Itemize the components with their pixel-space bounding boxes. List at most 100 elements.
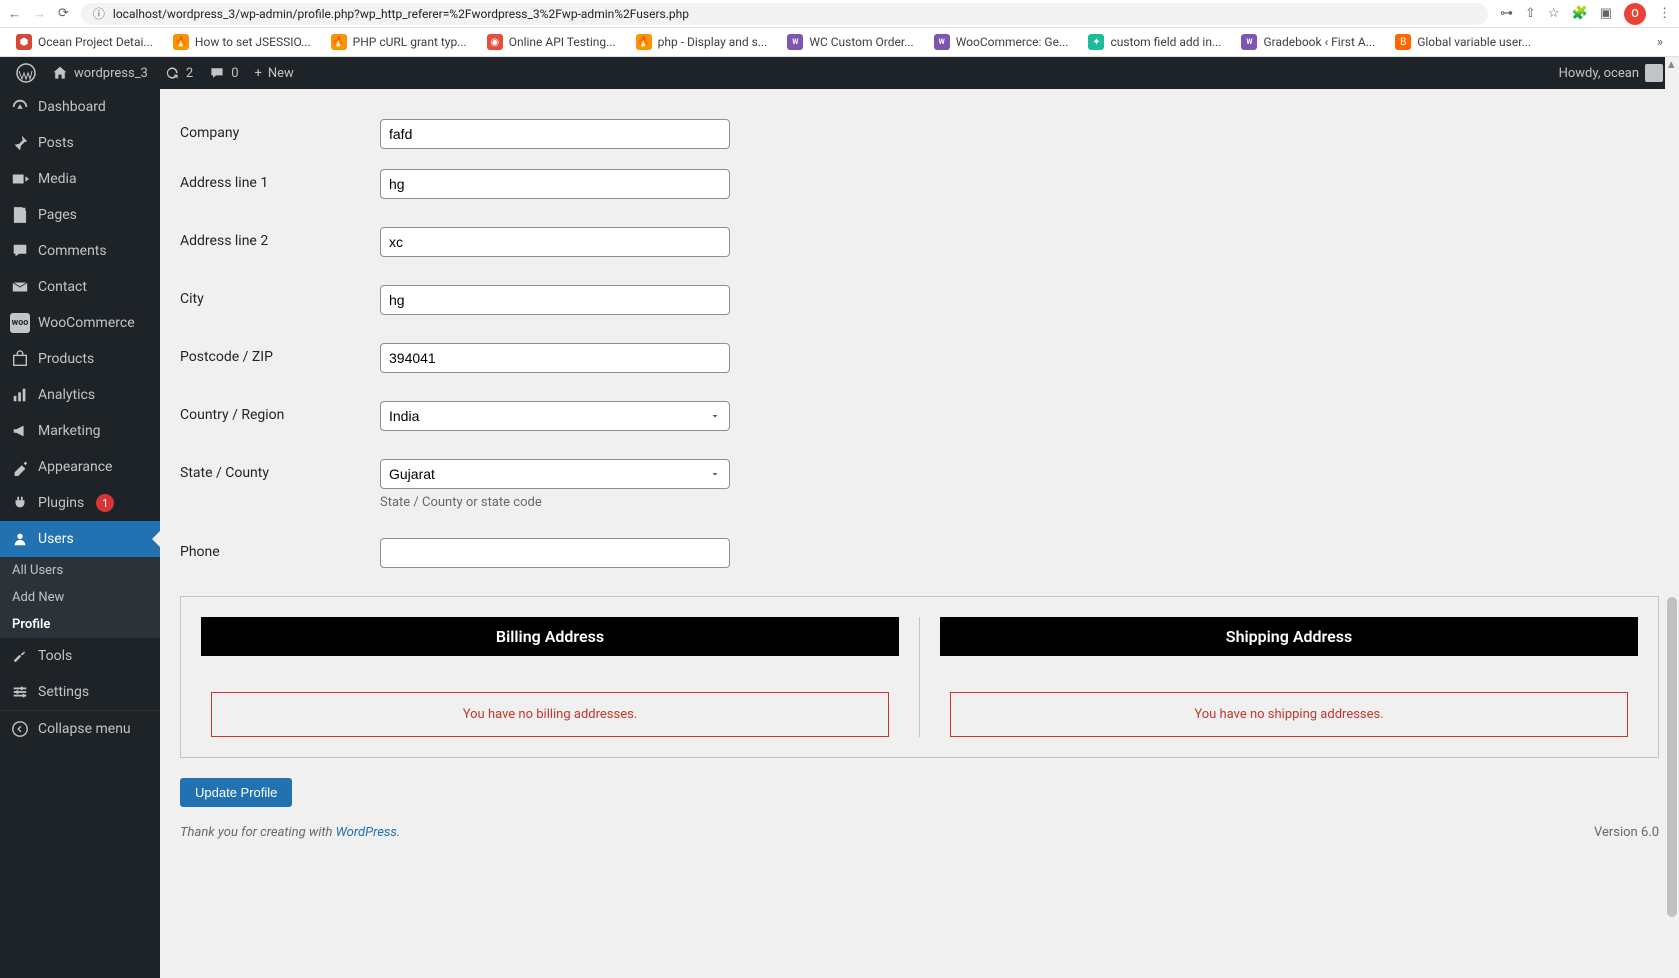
wordpress-icon — [16, 63, 36, 83]
share-icon[interactable]: ⇧ — [1525, 6, 1536, 21]
sidebar-item-media[interactable]: Media — [0, 161, 160, 197]
plugin-icon — [10, 493, 30, 513]
my-account[interactable]: Howdy, ocean — [1551, 57, 1671, 89]
label-city: City — [180, 285, 380, 307]
user-icon — [10, 529, 30, 549]
footer-thanks-suffix: . — [397, 825, 400, 840]
city-input[interactable] — [380, 285, 730, 315]
appearance-icon — [10, 457, 30, 477]
state-description: State / County or state code — [380, 495, 730, 510]
sidebar-item-tools[interactable]: Tools — [0, 638, 160, 674]
label-state: State / County — [180, 459, 380, 481]
plus-icon: + — [255, 66, 262, 81]
extensions-icon[interactable]: 🧩 — [1572, 6, 1588, 21]
sidebar-item-contact[interactable]: Contact — [0, 269, 160, 305]
url-bar[interactable]: ⓘ localhost/wordpress_3/wp-admin/profile… — [81, 3, 1488, 25]
key-icon[interactable]: ⊶ — [1500, 6, 1513, 21]
analytics-icon — [10, 385, 30, 405]
sidebar-item-pages[interactable]: Pages — [0, 197, 160, 233]
bookmark-item[interactable]: ⬢Ocean Project Detai... — [8, 30, 161, 54]
scrollbar-thumb[interactable] — [1667, 597, 1677, 917]
profile-avatar[interactable]: O — [1624, 3, 1646, 25]
label-country: Country / Region — [180, 401, 380, 423]
country-select[interactable]: India — [380, 401, 730, 431]
sidebar-item-appearance[interactable]: Appearance — [0, 449, 160, 485]
shipping-empty-msg: You have no shipping addresses. — [950, 692, 1628, 737]
comment-icon — [10, 241, 30, 261]
site-name[interactable]: wordpress_3 — [44, 57, 156, 89]
bookmark-item[interactable]: 🔥How to set JSESSIO... — [165, 30, 319, 54]
sidebar-item-products[interactable]: Products — [0, 341, 160, 377]
back-button[interactable]: ← — [8, 6, 21, 22]
bookmark-item[interactable]: BGlobal variable user... — [1387, 30, 1539, 54]
submenu-all-users[interactable]: All Users — [0, 557, 160, 584]
submenu-add-new[interactable]: Add New — [0, 584, 160, 611]
sidebar-item-posts[interactable]: Posts — [0, 125, 160, 161]
update-icon — [164, 65, 180, 81]
collapse-icon — [10, 719, 30, 739]
sidebar-item-marketing[interactable]: Marketing — [0, 413, 160, 449]
wp-logo[interactable] — [8, 57, 44, 89]
url-text: localhost/wordpress_3/wp-admin/profile.p… — [113, 7, 689, 21]
footer-thanks-prefix: Thank you for creating with — [180, 825, 336, 840]
new-content[interactable]: + New — [247, 57, 302, 89]
home-icon — [52, 65, 68, 81]
pin-icon — [10, 133, 30, 153]
bookmark-item[interactable]: 🔥php - Display and s... — [628, 30, 776, 54]
admin-sidebar: Dashboard Posts Media Pages Comments Con… — [0, 89, 160, 978]
billing-address-col: Billing Address You have no billing addr… — [201, 617, 920, 737]
update-profile-button[interactable]: Update Profile — [180, 778, 292, 807]
postcode-input[interactable] — [380, 343, 730, 373]
company-input[interactable] — [380, 119, 730, 149]
address2-input[interactable] — [380, 227, 730, 257]
address1-input[interactable] — [380, 169, 730, 199]
comment-icon — [209, 65, 225, 81]
collapse-menu[interactable]: Collapse menu — [0, 710, 160, 747]
submenu-profile[interactable]: Profile — [0, 611, 160, 638]
sidebar-item-users[interactable]: Users — [0, 521, 160, 557]
reload-button[interactable]: ⟳ — [58, 6, 69, 21]
page-scrollbar[interactable]: ▴ — [1665, 57, 1679, 978]
plugin-update-badge: 1 — [96, 494, 114, 512]
billing-empty-msg: You have no billing addresses. — [211, 692, 889, 737]
label-phone: Phone — [180, 538, 380, 560]
footer-version: Version 6.0 — [1594, 825, 1659, 840]
sidebar-item-plugins[interactable]: Plugins1 — [0, 485, 160, 521]
comments[interactable]: 0 — [201, 57, 246, 89]
sidebar-item-settings[interactable]: Settings — [0, 674, 160, 710]
bookmarks-bar: ⬢Ocean Project Detai... 🔥How to set JSES… — [0, 28, 1679, 57]
star-icon[interactable]: ☆ — [1548, 6, 1560, 21]
main-content: Company Address line 1 Address line 2 Ci… — [160, 89, 1679, 978]
dashboard-icon — [10, 97, 30, 117]
footer-wordpress-link[interactable]: WordPress — [336, 825, 397, 840]
products-icon — [10, 349, 30, 369]
sidebar-item-woocommerce[interactable]: wooWooCommerce — [0, 305, 160, 341]
sidebar-item-dashboard[interactable]: Dashboard — [0, 89, 160, 125]
page-icon — [10, 205, 30, 225]
wp-admin-bar: wordpress_3 2 0 + New Howdy, ocean — [0, 57, 1679, 89]
menu-icon[interactable]: ⋮ — [1658, 6, 1671, 21]
updates[interactable]: 2 — [156, 57, 201, 89]
bookmarks-overflow[interactable]: » — [1649, 31, 1671, 54]
shipping-header: Shipping Address — [940, 617, 1638, 656]
label-company: Company — [180, 119, 380, 141]
address-box: Billing Address You have no billing addr… — [180, 596, 1659, 758]
state-select[interactable]: Gujarat — [380, 459, 730, 489]
bookmark-item[interactable]: WWC Custom Order... — [779, 30, 921, 54]
woo-icon: woo — [10, 313, 30, 333]
bookmark-item[interactable]: ◉Online API Testing... — [479, 30, 624, 54]
billing-header: Billing Address — [201, 617, 899, 656]
marketing-icon — [10, 421, 30, 441]
shipping-address-col: Shipping Address You have no shipping ad… — [940, 617, 1638, 737]
bookmark-item[interactable]: 🔥PHP cURL grant typ... — [323, 30, 475, 54]
site-info-icon[interactable]: ⓘ — [93, 5, 105, 22]
bookmark-item[interactable]: ✦custom field add in... — [1080, 30, 1229, 54]
sidebar-item-analytics[interactable]: Analytics — [0, 377, 160, 413]
sidebar-item-comments[interactable]: Comments — [0, 233, 160, 269]
panel-icon[interactable]: ▣ — [1600, 6, 1612, 21]
bookmark-item[interactable]: WGradebook ‹ First A... — [1233, 30, 1383, 54]
forward-button[interactable]: → — [33, 6, 46, 22]
phone-input[interactable] — [380, 538, 730, 568]
label-addr2: Address line 2 — [180, 227, 380, 249]
bookmark-item[interactable]: WWooCommerce: Ge... — [926, 30, 1077, 54]
